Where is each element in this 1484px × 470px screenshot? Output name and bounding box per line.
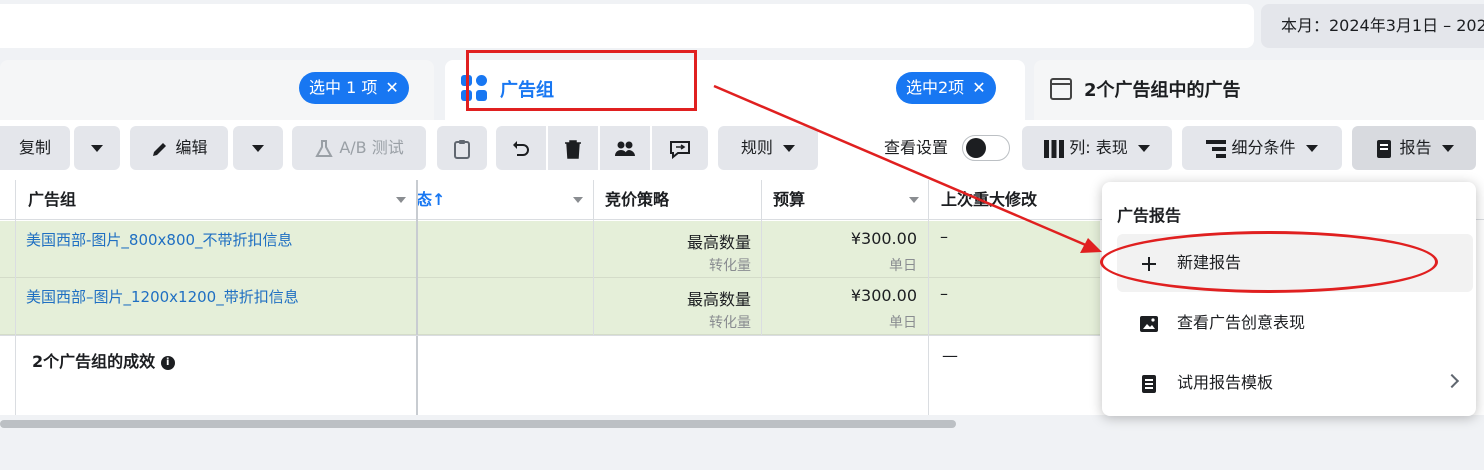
bid-strategy-sub: 转化量 (709, 258, 751, 274)
search-bar[interactable] (0, 4, 1254, 48)
annotation-oval (1100, 231, 1438, 293)
adset-name-link[interactable]: 美国西部–图片_1200x1200_带折扣信息 (26, 286, 299, 307)
copy-button[interactable]: 复制 (0, 126, 70, 170)
header-status[interactable]: 态↑ (416, 180, 593, 220)
bid-strategy-sub: 转化量 (709, 315, 751, 331)
trash-icon (565, 139, 581, 159)
breakdown-button[interactable]: 细分条件 (1182, 126, 1342, 170)
summary-last-edit: — (942, 346, 958, 365)
rules-button[interactable]: 规则 (718, 126, 818, 170)
pencil-icon (153, 142, 167, 156)
header-bid-strategy-label: 竞价策略 (605, 190, 670, 209)
reports-label: 报告 (1399, 138, 1432, 157)
undo-button[interactable] (496, 126, 546, 170)
caret-down-icon (1305, 145, 1318, 152)
last-edit-value: – (940, 284, 948, 303)
undo-icon (513, 140, 529, 156)
caret-down-icon (252, 145, 264, 152)
image-report-icon (1140, 316, 1158, 332)
close-icon[interactable]: ✕ (972, 72, 985, 104)
ab-test-label: A/B 测试 (339, 138, 404, 157)
adset-selection-pill[interactable]: 选中2项 ✕ (896, 72, 996, 104)
flask-icon (315, 139, 333, 157)
view-settings-toggle[interactable] (962, 135, 1010, 161)
breakdown-label: 细分条件 (1231, 138, 1296, 157)
copy-dropdown-button[interactable] (74, 126, 120, 170)
campaign-selection-label: 选中 1 项 (309, 78, 378, 97)
budget-sub: 单日 (889, 258, 917, 274)
campaign-selection-pill[interactable]: 选中 1 项 ✕ (299, 72, 409, 104)
columns-button[interactable]: 列: 表现 (1022, 126, 1172, 170)
preview-button[interactable] (652, 126, 708, 170)
clipboard-icon (454, 139, 470, 159)
columns-icon (1044, 139, 1065, 158)
report-book-icon (1377, 139, 1392, 158)
menu-item-report-templates[interactable]: 试用报告模板 (1117, 354, 1473, 412)
header-budget-label: 预算 (773, 190, 806, 209)
horizontal-scrollbar[interactable] (0, 420, 956, 428)
view-settings-label: 查看设置 (884, 138, 949, 157)
annotation-highlight-box (466, 50, 697, 111)
tab-ads[interactable]: 2个广告组中的广告 (1034, 60, 1484, 120)
audience-button[interactable] (600, 126, 650, 170)
header-last-edit-label: 上次重大修改 (941, 190, 1038, 209)
bid-strategy-value: 最高数量 (686, 290, 751, 309)
edit-dropdown-button[interactable] (233, 126, 283, 170)
header-budget[interactable]: 预算 (761, 180, 929, 220)
table-row[interactable]: 美国西部–图片_1200x1200_带折扣信息 最高数量 转化量 ¥300.00… (0, 278, 1100, 335)
tab-campaigns[interactable]: 选中 1 项 ✕ (0, 60, 434, 120)
breakdown-icon (1206, 139, 1227, 158)
reports-button[interactable]: 报告 (1352, 126, 1476, 170)
summary-row-label: 2个广告组的成效 i (32, 348, 175, 372)
edit-button[interactable]: 编辑 (130, 126, 228, 170)
copy-label: 复制 (18, 138, 51, 157)
ab-test-button[interactable]: A/B 测试 (292, 126, 426, 170)
budget-value: ¥300.00 (850, 229, 917, 248)
reports-menu-title: 广告报告 (1117, 206, 1182, 225)
template-book-icon (1142, 375, 1156, 393)
caret-down-icon (783, 145, 796, 152)
rules-label: 规则 (740, 138, 773, 157)
menu-item-label: 试用报告模板 (1177, 373, 1274, 392)
reports-dropdown-menu: 广告报告 新建报告 查看广告创意表现 试用报告模板 (1102, 182, 1476, 416)
budget-value: ¥300.00 (850, 286, 917, 305)
people-icon (615, 141, 635, 156)
chevron-right-icon (1444, 373, 1460, 389)
menu-item-creative-report[interactable]: 查看广告创意表现 (1117, 294, 1473, 352)
caret-down-icon (1441, 145, 1454, 152)
ad-window-icon (1050, 78, 1072, 100)
info-icon[interactable]: i (160, 355, 175, 370)
header-status-label: 态↑ (416, 190, 446, 209)
columns-label: 列: 表现 (1069, 138, 1128, 157)
delete-button[interactable] (548, 126, 598, 170)
caret-down-icon (91, 145, 103, 152)
chat-swap-icon (670, 140, 690, 159)
menu-item-label: 查看广告创意表现 (1177, 313, 1306, 332)
close-icon[interactable]: ✕ (385, 72, 398, 104)
clipboard-button[interactable] (437, 126, 487, 170)
bid-strategy-value: 最高数量 (686, 233, 751, 252)
adset-selection-label: 选中2项 (906, 78, 965, 97)
edit-label: 编辑 (175, 138, 208, 157)
header-checkbox-col (0, 180, 16, 220)
last-edit-value: – (940, 227, 948, 246)
header-adset-label: 广告组 (28, 190, 77, 209)
adset-name-link[interactable]: 美国西部-图片_800x800_不带折扣信息 (26, 229, 293, 250)
table-row[interactable]: 美国西部-图片_800x800_不带折扣信息 最高数量 转化量 ¥300.00 … (0, 221, 1100, 278)
date-range-picker[interactable]: 本月：2024年3月1日 – 2024年3月31日 (1261, 4, 1484, 48)
header-bid-strategy[interactable]: 竞价策略 (593, 180, 761, 220)
toolbar: 复制 编辑 A/B 测试 规则 查看设置 列: 表现 细分条件 报告 (0, 120, 1484, 180)
budget-sub: 单日 (889, 315, 917, 331)
header-adset[interactable]: 广告组 (16, 180, 416, 220)
tab-ads-title: 2个广告组中的广告 (1084, 80, 1241, 101)
caret-down-icon (1137, 145, 1150, 152)
